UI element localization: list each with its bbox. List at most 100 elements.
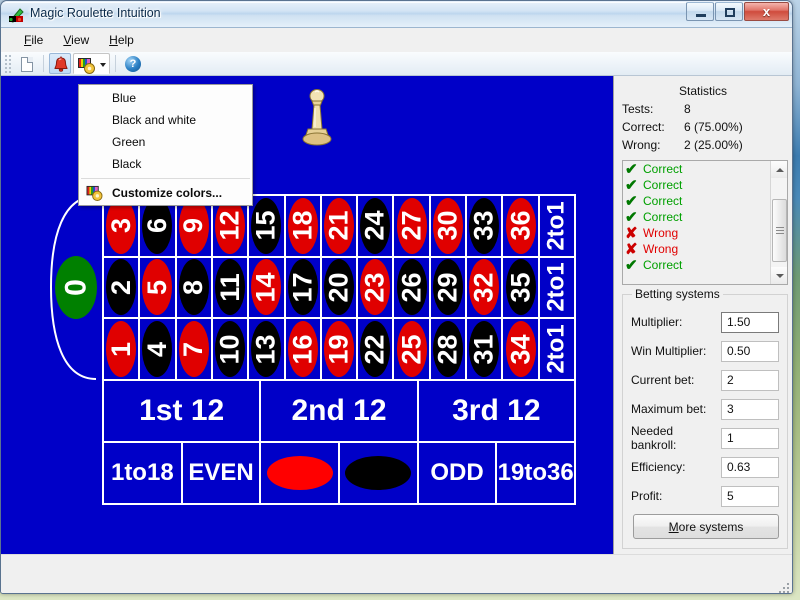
menu-item-blue[interactable]: Blue bbox=[79, 87, 252, 109]
number-label: 12 bbox=[214, 210, 245, 241]
dozen-bet-3[interactable]: 3rd 12 bbox=[418, 381, 576, 443]
number-cell-35[interactable]: 35 bbox=[503, 257, 540, 320]
scroll-down-arrow[interactable] bbox=[771, 267, 787, 284]
resize-grip[interactable] bbox=[777, 581, 789, 593]
result-list-item[interactable]: ✔ Correct bbox=[623, 257, 787, 273]
number-cell-14[interactable]: 14 bbox=[249, 257, 286, 320]
number-cell-8[interactable]: 8 bbox=[176, 257, 213, 320]
outside-bet-black[interactable] bbox=[339, 443, 419, 505]
new-document-button[interactable] bbox=[16, 53, 38, 74]
number-cell-17[interactable]: 17 bbox=[285, 257, 322, 320]
menu-item-customize-colors[interactable]: Customize colors... bbox=[79, 182, 252, 204]
field-input-needed-bankroll[interactable]: 1 bbox=[721, 427, 779, 449]
number-cell-25[interactable]: 25 bbox=[394, 319, 431, 381]
number-cell-26[interactable]: 26 bbox=[394, 257, 431, 320]
number-cell-2[interactable]: 2 bbox=[104, 257, 141, 320]
toolbar-grip[interactable] bbox=[5, 54, 11, 73]
result-list-item[interactable]: ✔ Correct bbox=[623, 209, 787, 225]
number-cell-23[interactable]: 23 bbox=[358, 257, 395, 320]
outside-bet-label: 1to18 bbox=[110, 459, 174, 486]
results-list[interactable]: ✔ Correct ✔ Correct ✔ Correct ✔ Correct ✘ Wrong ✘ W… bbox=[622, 160, 788, 285]
number-cell-28[interactable]: 28 bbox=[430, 319, 468, 381]
field-input-multiplier[interactable]: 1.50 bbox=[721, 311, 779, 333]
column-bet-2to1-row2[interactable]: 2to1 bbox=[539, 257, 576, 320]
more-systems-button[interactable]: More systems bbox=[633, 514, 779, 539]
zero-cell[interactable]: 0 bbox=[49, 194, 97, 381]
menu-item-green[interactable]: Green bbox=[79, 131, 252, 153]
outside-bet-even[interactable]: EVEN bbox=[182, 443, 262, 505]
field-input-maximum-bet[interactable]: 3 bbox=[721, 398, 779, 420]
cross-icon: ✘ bbox=[625, 224, 638, 242]
number-cell-5[interactable]: 5 bbox=[140, 257, 177, 320]
dozen-bets: 1st 12 2nd 12 3rd 12 bbox=[102, 381, 576, 443]
number-cell-4[interactable]: 4 bbox=[140, 319, 177, 381]
number-cell-30[interactable]: 30 bbox=[430, 196, 468, 258]
result-list-item[interactable]: ✘ Wrong bbox=[623, 225, 787, 241]
dozen-bet-2[interactable]: 2nd 12 bbox=[261, 381, 419, 443]
scroll-up-arrow[interactable] bbox=[771, 161, 787, 178]
number-cell-21[interactable]: 21 bbox=[321, 196, 359, 258]
field-input-win-multiplier[interactable]: 0.50 bbox=[721, 340, 779, 362]
field-label: Win Multiplier: bbox=[631, 344, 707, 358]
number-cell-15[interactable]: 15 bbox=[249, 196, 286, 258]
number-label: 32 bbox=[468, 272, 499, 303]
number-cell-27[interactable]: 27 bbox=[394, 196, 431, 258]
number-cell-31[interactable]: 31 bbox=[467, 319, 504, 381]
help-button[interactable]: ? bbox=[121, 53, 143, 74]
color-palette-button[interactable] bbox=[74, 54, 96, 75]
title-bar[interactable]: Magic Roulette Intuition x bbox=[1, 1, 792, 28]
number-cell-11[interactable]: 11 bbox=[212, 257, 250, 320]
number-cell-32[interactable]: 32 bbox=[467, 257, 504, 320]
menu-item-black[interactable]: Black bbox=[79, 153, 252, 175]
result-list-item-label: Correct bbox=[643, 194, 683, 208]
maximize-button[interactable] bbox=[715, 2, 743, 21]
number-cell-22[interactable]: 22 bbox=[358, 319, 395, 381]
number-cell-29[interactable]: 29 bbox=[430, 257, 468, 320]
dozen-bet-1[interactable]: 1st 12 bbox=[104, 381, 262, 443]
number-cell-20[interactable]: 20 bbox=[321, 257, 359, 320]
column-bet-2to1-row1[interactable]: 2to1 bbox=[539, 196, 576, 258]
close-button[interactable]: x bbox=[744, 2, 789, 21]
result-list-item[interactable]: ✔ Correct bbox=[623, 177, 787, 193]
number-cell-13[interactable]: 13 bbox=[249, 319, 286, 381]
betting-table: 0 3 6 9 12 15 18 21 24 27 30 33 36 2to1 2 5 8 11 14 17 20 23… bbox=[49, 194, 576, 584]
number-cell-36[interactable]: 36 bbox=[503, 196, 540, 258]
number-cell-34[interactable]: 34 bbox=[503, 319, 540, 381]
field-input-profit[interactable]: 5 bbox=[721, 485, 779, 507]
menu-help[interactable]: Help bbox=[99, 30, 144, 50]
number-cell-18[interactable]: 18 bbox=[285, 196, 322, 258]
results-list-scrollbar[interactable] bbox=[770, 161, 787, 284]
menu-separator bbox=[81, 178, 250, 179]
column-bet-2to1-row3[interactable]: 2to1 bbox=[539, 319, 576, 381]
number-cell-16[interactable]: 16 bbox=[285, 319, 322, 381]
scrollbar-thumb[interactable] bbox=[772, 199, 787, 262]
bell-button[interactable] bbox=[49, 53, 71, 74]
field-input-efficiency[interactable]: 0.63 bbox=[721, 456, 779, 478]
field-input-current-bet[interactable]: 2 bbox=[721, 369, 779, 391]
number-cell-19[interactable]: 19 bbox=[321, 319, 359, 381]
menu-view[interactable]: View bbox=[53, 30, 99, 50]
color-scheme-dropdown-arrow[interactable] bbox=[96, 54, 109, 73]
number-cell-1[interactable]: 1 bbox=[104, 319, 141, 381]
field-label: Multiplier: bbox=[631, 315, 683, 329]
number-cell-24[interactable]: 24 bbox=[358, 196, 395, 258]
outside-bet-odd[interactable]: ODD bbox=[418, 443, 498, 505]
number-cell-7[interactable]: 7 bbox=[176, 319, 213, 381]
number-label: 23 bbox=[359, 272, 390, 303]
color-scheme-split-button[interactable] bbox=[73, 53, 110, 74]
menu-item-black-and-white[interactable]: Black and white bbox=[79, 109, 252, 131]
outside-bet-high[interactable]: 19to36 bbox=[497, 443, 576, 505]
result-list-item[interactable]: ✔ Correct bbox=[623, 193, 787, 209]
more-systems-accel: M bbox=[668, 519, 679, 534]
outside-bet-low[interactable]: 1to18 bbox=[104, 443, 183, 505]
column-bet-label: 2to1 bbox=[542, 201, 570, 251]
number-cell-33[interactable]: 33 bbox=[467, 196, 504, 258]
outside-bet-color-swatch bbox=[266, 456, 333, 490]
number-cell-10[interactable]: 10 bbox=[212, 319, 250, 381]
result-list-item[interactable]: ✔ Correct bbox=[623, 161, 787, 177]
minimize-button[interactable] bbox=[686, 2, 714, 21]
outside-bet-red[interactable] bbox=[261, 443, 340, 505]
result-list-item[interactable]: ✘ Wrong bbox=[623, 241, 787, 257]
field-row-win-multiplier: Win Multiplier: 0.50 bbox=[631, 340, 779, 362]
menu-file[interactable]: File bbox=[14, 30, 53, 50]
